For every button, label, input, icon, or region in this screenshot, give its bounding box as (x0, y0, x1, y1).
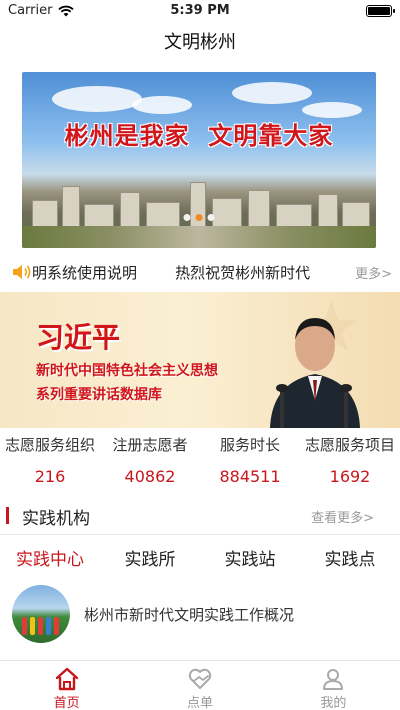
stat-volunteer-orgs[interactable]: 志愿服务组织 216 (0, 432, 100, 492)
home-icon (55, 667, 78, 691)
page-title: 文明彬州 (164, 32, 236, 53)
carousel-dot-active[interactable] (195, 214, 203, 221)
section-header: 实践机构 查看更多> (0, 502, 400, 530)
promo-title: 习近平 (36, 321, 121, 354)
tabbar-label: 点单 (186, 696, 213, 710)
tab-practice-station[interactable]: 实践站 (200, 545, 300, 573)
stat-value: 40862 (124, 467, 176, 486)
stat-value: 216 (34, 467, 66, 486)
heart-hands-icon (188, 668, 212, 689)
section-title: 实践机构 (22, 509, 90, 529)
carousel-dot[interactable] (207, 214, 215, 221)
notice-bar[interactable]: 明系统使用说明 热烈祝贺彬州新时代 更多> (0, 260, 400, 284)
practice-tabs: 实践中心 实践所 实践站 实践点 (0, 545, 400, 573)
tab-practice-center[interactable]: 实践中心 (0, 545, 100, 573)
stat-label: 志愿服务项目 (304, 436, 395, 454)
notice-more-link[interactable]: 更多> (355, 263, 392, 282)
stat-label: 服务时长 (219, 436, 280, 454)
stats-row: 志愿服务组织 216 注册志愿者 40862 服务时长 884511 志愿服务项… (0, 432, 400, 492)
banner-carousel[interactable]: 彬州是我家 文明靠大家 (22, 72, 376, 248)
stat-registered-volunteers[interactable]: 注册志愿者 40862 (100, 432, 200, 492)
status-bar: Carrier 5:39 PM (0, 0, 400, 22)
list-item[interactable]: 彬州市新时代文明实践工作概况 (0, 585, 400, 649)
view-more-link[interactable]: 查看更多> (311, 507, 374, 526)
notice-text[interactable]: 明系统使用说明 热烈祝贺彬州新时代 (32, 262, 344, 283)
status-time: 5:39 PM (170, 3, 230, 18)
tabbar-label: 首页 (53, 696, 80, 710)
battery-icon (366, 5, 395, 17)
divider (0, 534, 400, 535)
tabbar-home[interactable]: 首页 (0, 661, 133, 710)
promo-banner[interactable]: ★ 习近平 新时代中国特色社会主义思想 系列重要讲话数据库 (0, 292, 400, 428)
tabbar-mine[interactable]: 我的 (267, 661, 400, 710)
tabbar-label: 我的 (320, 696, 347, 710)
stat-service-projects[interactable]: 志愿服务项目 1692 (300, 432, 400, 492)
tabbar-order[interactable]: 点单 (133, 661, 266, 710)
banner-slogan: 彬州是我家 文明靠大家 (64, 122, 334, 150)
carousel-indicator[interactable] (183, 214, 215, 221)
promo-subtitle-2: 系列重要讲话数据库 (36, 387, 162, 403)
section-accent-bar (6, 507, 9, 524)
bottom-tab-bar: 首页 点单 我的 (0, 660, 400, 710)
list-item-title: 彬州市新时代文明实践工作概况 (84, 606, 295, 624)
stat-label: 注册志愿者 (112, 436, 188, 454)
stat-label: 志愿服务组织 (4, 436, 95, 454)
speaker-icon (13, 265, 31, 279)
person-icon (323, 669, 344, 690)
stat-value: 1692 (329, 467, 371, 486)
tab-practice-institute[interactable]: 实践所 (100, 545, 200, 573)
stat-service-hours[interactable]: 服务时长 884511 (200, 432, 300, 492)
tab-practice-point[interactable]: 实践点 (300, 545, 400, 573)
stat-value: 884511 (219, 467, 281, 486)
promo-subtitle-1: 新时代中国特色社会主义思想 (36, 363, 218, 379)
banner-cityscape (22, 178, 376, 248)
carousel-dot[interactable] (183, 214, 191, 221)
list-item-thumbnail (12, 585, 70, 643)
portrait-image (270, 318, 360, 428)
